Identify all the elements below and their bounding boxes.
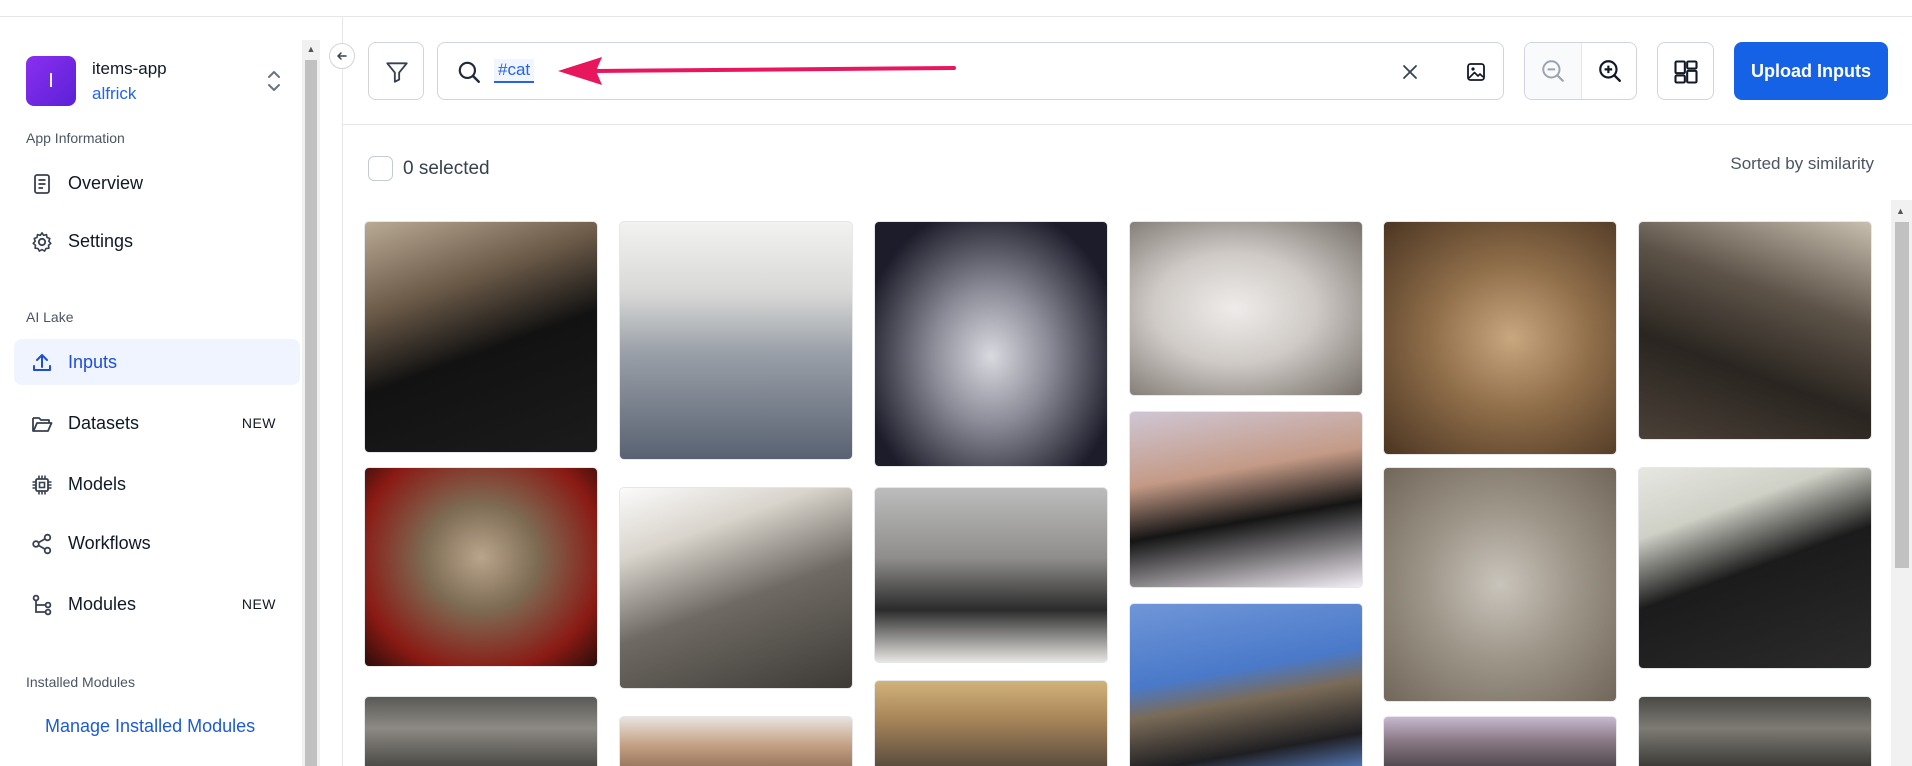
- input-image-thumbnail[interactable]: [874, 487, 1108, 663]
- sidebar-item-datasets[interactable]: Datasets NEW: [14, 400, 300, 446]
- input-image-thumbnail[interactable]: [1383, 221, 1617, 455]
- sidebar-item-modules[interactable]: Modules NEW: [14, 581, 300, 627]
- input-image-thumbnail[interactable]: [1638, 696, 1872, 766]
- close-icon[interactable]: [1398, 60, 1422, 84]
- gear-icon: [32, 232, 52, 252]
- zoom-in-icon: [1599, 60, 1621, 82]
- scroll-up-arrow-icon[interactable]: ▲: [305, 44, 317, 54]
- sidebar-item-overview[interactable]: Overview: [14, 160, 300, 206]
- folder-open-icon: [32, 417, 53, 432]
- app-owner[interactable]: alfrick: [92, 84, 136, 104]
- arrow-left-icon: [337, 52, 347, 60]
- sidebar-scrollbar-thumb[interactable]: [305, 60, 317, 766]
- input-image-thumbnail[interactable]: [1638, 221, 1872, 440]
- search-tag-chip[interactable]: #cat: [494, 59, 535, 83]
- input-image-thumbnail[interactable]: [874, 680, 1108, 766]
- sidebar-item-label: Overview: [68, 173, 144, 193]
- section-label-app-information: App Information: [26, 130, 125, 146]
- app-switcher[interactable]: I items-app alfrick: [26, 56, 296, 108]
- branch-icon: [32, 594, 52, 616]
- sidebar-item-models[interactable]: Models: [14, 461, 300, 507]
- annotation-arrow-icon: [558, 57, 956, 85]
- grid-layout-icon: [1674, 60, 1698, 84]
- section-label-ai-lake: AI Lake: [26, 309, 74, 325]
- sidebar-item-label: Datasets: [68, 413, 140, 433]
- zoom-out-button[interactable]: [1525, 43, 1581, 99]
- search-icon: [458, 61, 480, 83]
- input-image-thumbnail[interactable]: [1383, 716, 1617, 766]
- upload-icon: [33, 354, 51, 371]
- sidebar-item-label: Workflows: [68, 533, 151, 553]
- zoom-in-button[interactable]: [1581, 43, 1636, 99]
- selected-count: 0 selected: [403, 158, 490, 179]
- sidebar-item-inputs[interactable]: Inputs: [14, 339, 300, 385]
- select-all-checkbox[interactable]: [368, 156, 393, 181]
- sidebar-divider: [342, 17, 343, 766]
- scroll-up-arrow-icon[interactable]: ▲: [1896, 206, 1905, 216]
- sidebar-item-workflows[interactable]: Workflows: [14, 520, 300, 566]
- sidebar-item-label: Models: [68, 474, 127, 494]
- chevron-up-down-icon: [268, 71, 280, 91]
- image-icon[interactable]: [1464, 60, 1488, 84]
- toolbar-divider: [343, 124, 1912, 125]
- filter-button[interactable]: [368, 42, 424, 100]
- zoom-controls: [1524, 42, 1637, 100]
- input-image-thumbnail[interactable]: [619, 487, 853, 689]
- funnel-icon: [386, 62, 408, 83]
- input-image-thumbnail[interactable]: [364, 696, 598, 766]
- manage-installed-modules-link[interactable]: Manage Installed Modules: [45, 716, 255, 737]
- sidebar-item-label: Settings: [68, 231, 134, 251]
- input-image-thumbnail[interactable]: [364, 221, 598, 453]
- search-bar[interactable]: #cat: [437, 42, 1504, 100]
- zoom-out-icon: [1542, 60, 1564, 82]
- input-image-thumbnail[interactable]: [874, 221, 1108, 467]
- share-nodes-icon: [32, 533, 52, 555]
- input-image-thumbnail[interactable]: [1129, 221, 1363, 396]
- collapse-sidebar-button[interactable]: [329, 43, 355, 69]
- app-avatar: I: [26, 56, 76, 106]
- gallery-scrollbar-thumb[interactable]: [1895, 222, 1909, 568]
- new-badge: NEW: [241, 596, 276, 612]
- section-label-installed-modules: Installed Modules: [26, 674, 135, 690]
- sort-indicator[interactable]: Sorted by similarity: [1730, 154, 1874, 174]
- chip-icon: [32, 475, 52, 495]
- input-image-thumbnail[interactable]: [1129, 411, 1363, 588]
- upload-inputs-button[interactable]: Upload Inputs: [1734, 42, 1888, 100]
- layout-toggle-button[interactable]: [1657, 42, 1714, 100]
- input-image-thumbnail[interactable]: [1383, 467, 1617, 702]
- input-image-thumbnail[interactable]: [619, 221, 853, 460]
- input-image-thumbnail[interactable]: [1638, 467, 1872, 669]
- input-image-thumbnail[interactable]: [1129, 603, 1363, 766]
- new-badge: NEW: [241, 415, 276, 431]
- sidebar-item-settings[interactable]: Settings: [14, 218, 300, 264]
- input-image-thumbnail[interactable]: [364, 467, 598, 667]
- document-icon: [34, 174, 50, 194]
- sidebar-item-label: Modules: [68, 594, 137, 614]
- sidebar-item-label: Inputs: [68, 352, 118, 372]
- app-name: items-app: [92, 59, 167, 78]
- input-image-thumbnail[interactable]: [619, 716, 853, 766]
